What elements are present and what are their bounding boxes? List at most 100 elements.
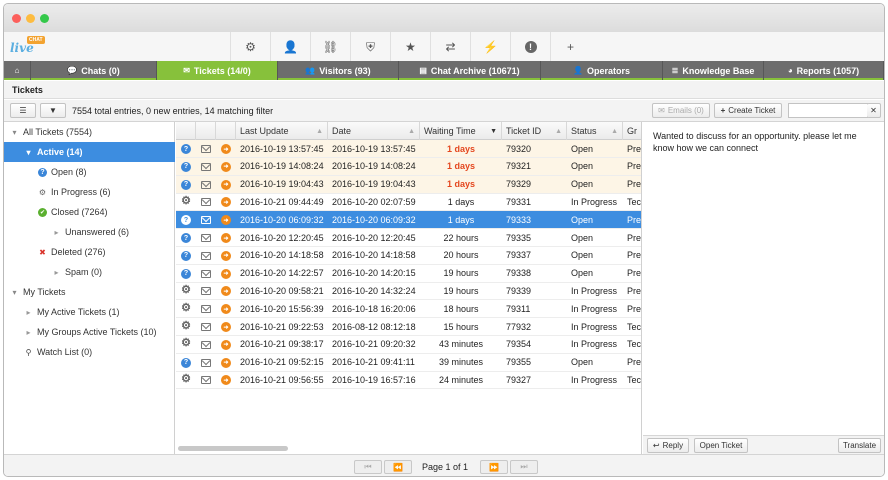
envelope-icon[interactable] [201,234,211,242]
tree-item[interactable]: ▸ My Active Tickets (1) [4,302,175,322]
prev-page-button[interactable]: ⏪ [384,460,412,474]
tab-visitors[interactable]: 👥 Visitors (93) [278,61,399,80]
table-row[interactable]: ? ➜ 2016-10-19 13:57:45 2016-10-19 13:57:45… [176,140,641,158]
filter-button[interactable]: ▼ [40,103,66,118]
table-row[interactable]: ? ➜ 2016-10-20 06:09:32 2016-10-20 06:09:32… [176,211,641,230]
close-window-button[interactable] [12,14,21,23]
table-row[interactable]: ? ➜ 2016-10-20 14:18:58 2016-10-20 14:18:58… [176,247,641,265]
plus-toolbar-button[interactable]: + [550,32,590,62]
minimize-window-button[interactable] [26,14,35,23]
forward-icon[interactable]: ➜ [221,233,231,243]
cell-status: In Progress [571,339,618,350]
shield-toolbar-button[interactable]: ⛨ [350,32,390,62]
forward-icon[interactable]: ➜ [221,197,231,208]
envelope-icon[interactable] [201,180,211,189]
col-date[interactable]: Date ▲ [328,122,420,140]
forward-icon[interactable]: ➜ [221,304,231,315]
envelope-icon[interactable] [201,305,211,314]
col-last-update[interactable]: Last Update ▲ [236,122,328,140]
tree-item[interactable]: ▸ Spam (0) [4,262,175,282]
tree-item[interactable]: ⚙ In Progress (6) [4,182,175,202]
envelope-icon[interactable] [201,323,211,331]
table-row[interactable]: ? ➜ 2016-10-19 19:04:43 2016-10-19 19:04:43… [176,175,641,194]
tab-tickets[interactable]: ✉ Tickets (14/0) [157,61,278,80]
forward-icon[interactable]: ➜ [221,161,231,172]
tab-reports[interactable]: ◕ Reports (1057) [764,61,884,80]
link-toolbar-button[interactable]: ⛓ [310,32,350,62]
envelope-icon[interactable] [201,376,211,385]
forward-icon[interactable]: ➜ [221,357,231,368]
clear-search-button[interactable]: ✕ [867,103,881,118]
envelope-icon[interactable] [201,216,211,225]
forward-icon[interactable]: ➜ [221,268,231,279]
next-page-button[interactable]: ⏩ [480,460,508,474]
forward-icon[interactable]: ➜ [221,250,231,261]
tree-item[interactable]: ▸ Unanswered (6) [4,222,175,242]
star-toolbar-button[interactable]: ★ [390,32,430,62]
envelope-icon[interactable] [201,162,211,171]
tree-item[interactable]: ▾ My Tickets [4,282,175,302]
forward-icon[interactable]: ➜ [221,286,231,297]
first-page-button[interactable]: ⏮ [354,460,382,474]
tree-item[interactable]: ▾ All Tickets (7554) [4,122,175,142]
zoom-window-button[interactable] [40,14,49,23]
col-status[interactable]: Status ▲ [567,122,623,140]
envelope-icon[interactable] [201,358,211,367]
settings-toolbar-button[interactable]: ⚙ [230,32,270,62]
translate-button[interactable]: Translate [838,438,881,453]
list-view-button[interactable]: ☰ [10,103,36,118]
type-column-header[interactable] [176,122,196,140]
bolt-toolbar-button[interactable]: ⚡ [470,32,510,62]
forward-icon[interactable]: ➜ [221,339,231,350]
ticket-search-input[interactable] [788,103,868,118]
forward-icon[interactable]: ➜ [221,179,231,190]
tree-item[interactable]: ▸ My Groups Active Tickets (10) [4,322,175,342]
table-row[interactable]: ⚙ ➜ 2016-10-20 15:56:39 2016-10-18 16:20:06… [176,300,641,319]
table-row[interactable]: ? ➜ 2016-10-20 12:20:45 2016-10-20 12:20:45… [176,229,641,247]
create-ticket-button[interactable]: + Create Ticket [714,103,782,118]
envelope-icon[interactable] [201,287,211,296]
envelope-icon[interactable] [201,145,211,153]
email-column-header[interactable] [196,122,216,140]
table-row[interactable]: ⚙ ➜ 2016-10-21 09:44:49 2016-10-20 02:07:59… [176,193,641,212]
user-toolbar-button[interactable]: 👤 [270,32,310,62]
alert-toolbar-button[interactable]: ! [510,32,550,62]
tab-home[interactable]: ⌂ [4,61,31,80]
forward-icon[interactable]: ➜ [221,215,231,226]
tree-item[interactable]: ✖ Deleted (276) [4,242,175,262]
col-waiting-time[interactable]: Waiting Time ▼ [420,122,502,140]
tree-item[interactable]: ▾ Active (14) [4,142,175,162]
table-row[interactable]: ? ➜ 2016-10-20 14:22:57 2016-10-20 14:20:15… [176,265,641,283]
tree-item[interactable]: ⚲ Watch List (0) [4,342,175,362]
table-row[interactable]: ⚙ ➜ 2016-10-21 09:56:55 2016-10-19 16:57:16… [176,371,641,390]
col-group[interactable]: Gr [623,122,641,140]
table-row[interactable]: ⚙ ➜ 2016-10-20 09:58:21 2016-10-20 14:32:24… [176,282,641,301]
translate-toolbar-button[interactable]: ⇄ [430,32,470,62]
last-page-button[interactable]: ⏭ [510,460,538,474]
action-column-header[interactable] [216,122,236,140]
horizontal-scrollbar[interactable] [178,446,288,451]
app-logo: CHAT live [8,34,52,60]
envelope-icon[interactable] [201,269,211,278]
table-row[interactable]: ⚙ ➜ 2016-10-21 09:22:53 2016-08-12 08:12:18… [176,318,641,336]
tab-knowledge-base[interactable]: ≣ Knowledge Base [663,61,764,80]
tree-item-label: Deleted (276) [51,247,106,257]
forward-icon[interactable]: ➜ [221,322,231,332]
table-row[interactable]: ⚙ ➜ 2016-10-21 09:38:17 2016-10-21 09:20:32… [176,336,641,354]
table-row[interactable]: ? ➜ 2016-10-19 14:08:24 2016-10-19 14:08:24… [176,157,641,176]
tab-operators[interactable]: 👤 Operators [541,61,663,80]
emails-button[interactable]: ✉ Emails (0) [652,103,710,118]
table-row[interactable]: ? ➜ 2016-10-21 09:52:15 2016-10-21 09:41:11… [176,354,641,372]
open-ticket-button[interactable]: Open Ticket [694,438,748,453]
envelope-icon[interactable] [201,340,211,349]
envelope-icon[interactable] [201,198,211,207]
tree-item[interactable]: ✔ Closed (7264) [4,202,175,222]
forward-icon[interactable]: ➜ [221,375,231,386]
tab-chats[interactable]: 💬 Chats (0) [31,61,157,80]
envelope-icon[interactable] [201,251,211,260]
tree-item[interactable]: ? Open (8) [4,162,175,182]
col-ticket-id[interactable]: Ticket ID ▲ [502,122,567,140]
tab-chat-archive[interactable]: ▤ Chat Archive (10671) [399,61,541,80]
forward-icon[interactable]: ➜ [221,144,231,154]
reply-button[interactable]: ↩ Reply [647,438,689,453]
